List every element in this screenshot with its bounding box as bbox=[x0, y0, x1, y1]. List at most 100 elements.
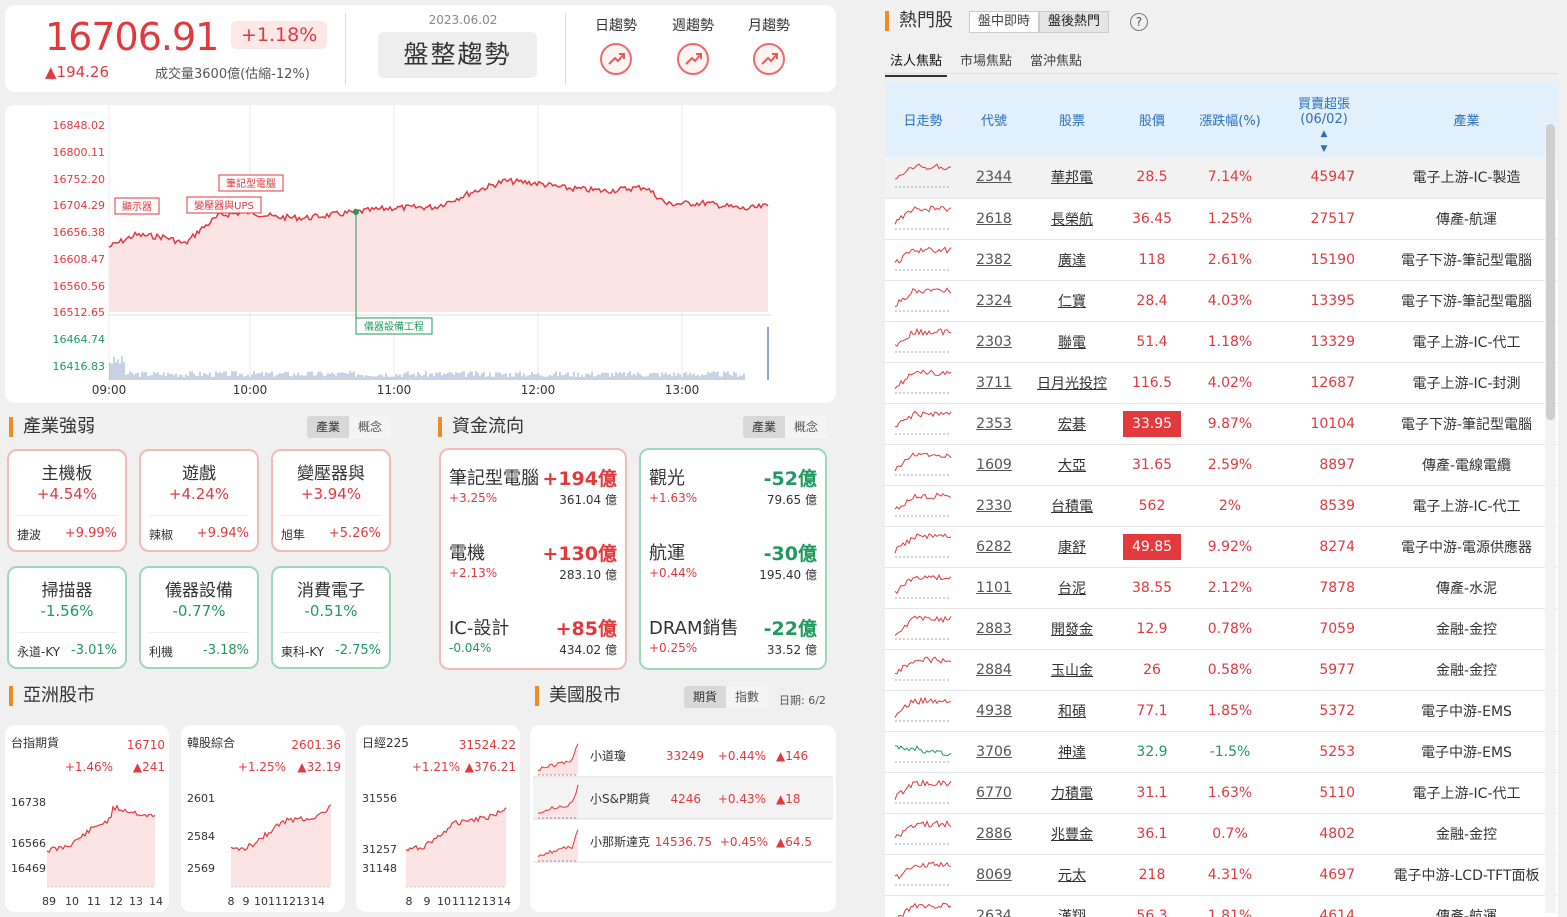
header-price[interactable]: 股價 bbox=[1117, 82, 1187, 157]
table-row[interactable]: 2618 長榮航 36.45 1.25% 27517 傳產-航運 bbox=[885, 198, 1558, 240]
industry-box[interactable]: 變壓器與 +3.94% 旭隼 +5.26% bbox=[271, 449, 391, 552]
stock-name[interactable]: 力積電 bbox=[1027, 772, 1117, 814]
flow-item[interactable]: 電機 +130億 +2.13% 283.10 億 bbox=[449, 539, 617, 599]
stock-code[interactable]: 4938 bbox=[961, 690, 1027, 732]
stock-name[interactable]: 宏碁 bbox=[1027, 403, 1117, 445]
stock-name[interactable]: 長榮航 bbox=[1027, 198, 1117, 240]
stock-name[interactable]: 兆豐金 bbox=[1027, 813, 1117, 855]
industry-box[interactable]: 掃描器 -1.56% 永道-KY -3.01% bbox=[7, 566, 127, 669]
table-row[interactable]: 1101 台泥 38.55 2.12% 7878 傳產-水泥 bbox=[885, 567, 1558, 609]
header-industry[interactable]: 產業 bbox=[1375, 82, 1558, 157]
header-code[interactable]: 代號 bbox=[961, 82, 1027, 157]
table-row[interactable]: 2884 玉山金 26 0.58% 5977 金融-金控 bbox=[885, 649, 1558, 691]
stock-code[interactable]: 2618 bbox=[961, 198, 1027, 240]
stock-code[interactable]: 2344 bbox=[961, 157, 1027, 199]
stock-industry: 電子中游-EMS bbox=[1375, 690, 1558, 732]
flow-item[interactable]: 筆記型電腦 +194億 +3.25% 361.04 億 bbox=[449, 464, 617, 524]
stock-name[interactable]: 漢翔 bbox=[1027, 895, 1117, 917]
stock-code[interactable]: 2883 bbox=[961, 608, 1027, 650]
flow-item[interactable]: 觀光 -52億 +1.63% 79.65 億 bbox=[649, 464, 817, 524]
segment-intraday[interactable]: 盤中即時 bbox=[969, 11, 1040, 33]
table-row[interactable]: 1609 大亞 31.65 2.59% 8897 傳產-電線電纜 bbox=[885, 444, 1558, 486]
stock-code[interactable]: 2382 bbox=[961, 239, 1027, 281]
stock-name[interactable]: 大亞 bbox=[1027, 444, 1117, 486]
header-net-buy[interactable]: 買賣超張 (06/02) ▲ ▼ bbox=[1273, 82, 1375, 157]
segment-futures[interactable]: 期貨 bbox=[684, 686, 727, 708]
stock-code[interactable]: 1101 bbox=[961, 567, 1027, 609]
help-icon[interactable]: ? bbox=[1130, 13, 1148, 31]
industry-box[interactable]: 消費電子 -0.51% 東科-KY -2.75% bbox=[271, 566, 391, 669]
stock-code[interactable]: 2303 bbox=[961, 321, 1027, 363]
stock-code[interactable]: 2353 bbox=[961, 403, 1027, 445]
segment-concept[interactable]: 概念 bbox=[349, 416, 392, 438]
stock-name[interactable]: 開發金 bbox=[1027, 608, 1117, 650]
stock-code[interactable]: 2884 bbox=[961, 649, 1027, 691]
table-row[interactable]: 2353 宏碁 33.95 9.87% 10104 電子下游-筆記型電腦 bbox=[885, 403, 1558, 445]
annotation-notebook[interactable]: 筆記型電腦 bbox=[218, 174, 284, 192]
table-row[interactable]: 2382 廣達 118 2.61% 15190 電子下游-筆記型電腦 bbox=[885, 239, 1558, 281]
table-row[interactable]: 6282 康舒 49.85 9.92% 8274 電子中游-電源供應器 bbox=[885, 526, 1558, 568]
stock-code[interactable]: 8069 bbox=[961, 854, 1027, 896]
stock-code[interactable]: 2330 bbox=[961, 485, 1027, 527]
annotation-instrument[interactable]: 儀器設備工程 bbox=[355, 317, 433, 335]
asia-market-card[interactable]: 台指期貨 16710 +1.46% ▲241 16738 16566 16469 89… bbox=[5, 725, 169, 912]
stock-code[interactable]: 6770 bbox=[961, 772, 1027, 814]
table-row[interactable]: 2883 開發金 12.9 0.78% 7059 金融-金控 bbox=[885, 608, 1558, 650]
segment-concept[interactable]: 概念 bbox=[785, 416, 828, 438]
segment-after-hours[interactable]: 盤後熱門 bbox=[1039, 11, 1110, 33]
stock-code[interactable]: 2324 bbox=[961, 280, 1027, 322]
table-row[interactable]: 3711 日月光投控 116.5 4.02% 12687 電子上游-IC-封測 bbox=[885, 362, 1558, 404]
stock-code[interactable]: 3706 bbox=[961, 731, 1027, 773]
us-row[interactable]: 小那斯達克 14536.75 +0.45% ▲64.5 bbox=[590, 835, 812, 849]
segment-industry[interactable]: 產業 bbox=[743, 416, 786, 438]
stock-code[interactable]: 3711 bbox=[961, 362, 1027, 404]
table-row[interactable]: 2330 台積電 562 2% 8539 電子上游-IC-代工 bbox=[885, 485, 1558, 527]
us-date: 日期: 6/2 bbox=[779, 694, 826, 707]
flow-item[interactable]: DRAM銷售 -22億 +0.25% 33.52 億 bbox=[649, 614, 817, 674]
industry-box[interactable]: 遊戲 +4.24% 辣椒 +9.94% bbox=[139, 449, 259, 552]
stock-name[interactable]: 元太 bbox=[1027, 854, 1117, 896]
stock-name[interactable]: 神達 bbox=[1027, 731, 1117, 773]
table-row[interactable]: 2634 漢翔 56.3 1.81% 4614 傳產-航運 bbox=[885, 895, 1558, 917]
stock-name[interactable]: 日月光投控 bbox=[1027, 362, 1117, 404]
stock-name[interactable]: 台積電 bbox=[1027, 485, 1117, 527]
stock-name[interactable]: 華邦電 bbox=[1027, 157, 1117, 199]
industry-box[interactable]: 主機板 +4.54% 捷波 +9.99% bbox=[7, 449, 127, 552]
scrollbar-thumb[interactable] bbox=[1546, 124, 1555, 420]
stock-name[interactable]: 聯電 bbox=[1027, 321, 1117, 363]
table-row[interactable]: 6770 力積電 31.1 1.63% 5110 電子上游-IC-代工 bbox=[885, 772, 1558, 814]
stock-code[interactable]: 2886 bbox=[961, 813, 1027, 855]
table-row[interactable]: 2303 聯電 51.4 1.18% 13329 電子上游-IC-代工 bbox=[885, 321, 1558, 363]
header-pct[interactable]: 漲跌幅(%) bbox=[1187, 82, 1273, 157]
industry-box[interactable]: 儀器設備 -0.77% 利機 -3.18% bbox=[139, 566, 259, 669]
sort-icon[interactable]: ▲ ▼ bbox=[1321, 129, 1328, 154]
table-row[interactable]: 2886 兆豐金 36.1 0.7% 4802 金融-金控 bbox=[885, 813, 1558, 855]
stock-name[interactable]: 仁寶 bbox=[1027, 280, 1117, 322]
asia-market-card[interactable]: 日經225 31524.22 +1.21% ▲376.21 31556 31257… bbox=[356, 725, 520, 912]
header-stock[interactable]: 股票 bbox=[1027, 82, 1117, 157]
asia-market-card[interactable]: 韓股綜合 2601.36 +1.25% ▲32.19 2601 2584 2569 8… bbox=[181, 725, 345, 912]
us-row[interactable]: 小道瓊 33249 +0.44% ▲146 bbox=[590, 748, 808, 763]
stock-name[interactable]: 玉山金 bbox=[1027, 649, 1117, 691]
stock-name[interactable]: 台泥 bbox=[1027, 567, 1117, 609]
segment-industry[interactable]: 產業 bbox=[307, 416, 350, 438]
table-row[interactable]: 2324 仁寶 28.4 4.03% 13395 電子下游-筆記型電腦 bbox=[885, 280, 1558, 322]
segment-index[interactable]: 指數 bbox=[726, 686, 769, 708]
table-row[interactable]: 3706 神達 32.9 -1.5% 5253 電子中游-EMS bbox=[885, 731, 1558, 773]
table-row[interactable]: 8069 元太 218 4.31% 4697 電子中游-LCD-TFT面板 bbox=[885, 854, 1558, 896]
monthly-trend-button[interactable]: 月趨勢 bbox=[739, 15, 799, 75]
table-row[interactable]: 2344 華邦電 28.5 7.14% 45947 電子上游-IC-製造 bbox=[885, 157, 1558, 199]
stock-name[interactable]: 康舒 bbox=[1027, 526, 1117, 568]
stock-name[interactable]: 廣達 bbox=[1027, 239, 1117, 281]
stock-code[interactable]: 2634 bbox=[961, 895, 1027, 917]
stock-code[interactable]: 6282 bbox=[961, 526, 1027, 568]
flow-item[interactable]: IC-設計 +85億 -0.04% 434.02 億 bbox=[449, 614, 617, 674]
table-row[interactable]: 4938 和碩 77.1 1.85% 5372 電子中游-EMS bbox=[885, 690, 1558, 732]
annotation-display[interactable]: 顯示器 bbox=[114, 197, 160, 215]
annotation-transformer[interactable]: 變壓器與UPS bbox=[186, 196, 262, 214]
stock-code[interactable]: 1609 bbox=[961, 444, 1027, 486]
flow-item[interactable]: 航運 -30億 +0.44% 195.40 億 bbox=[649, 539, 817, 599]
weekly-trend-button[interactable]: 週趨勢 bbox=[663, 15, 723, 75]
daily-trend-button[interactable]: 日趨勢 bbox=[586, 15, 646, 75]
stock-name[interactable]: 和碩 bbox=[1027, 690, 1117, 732]
